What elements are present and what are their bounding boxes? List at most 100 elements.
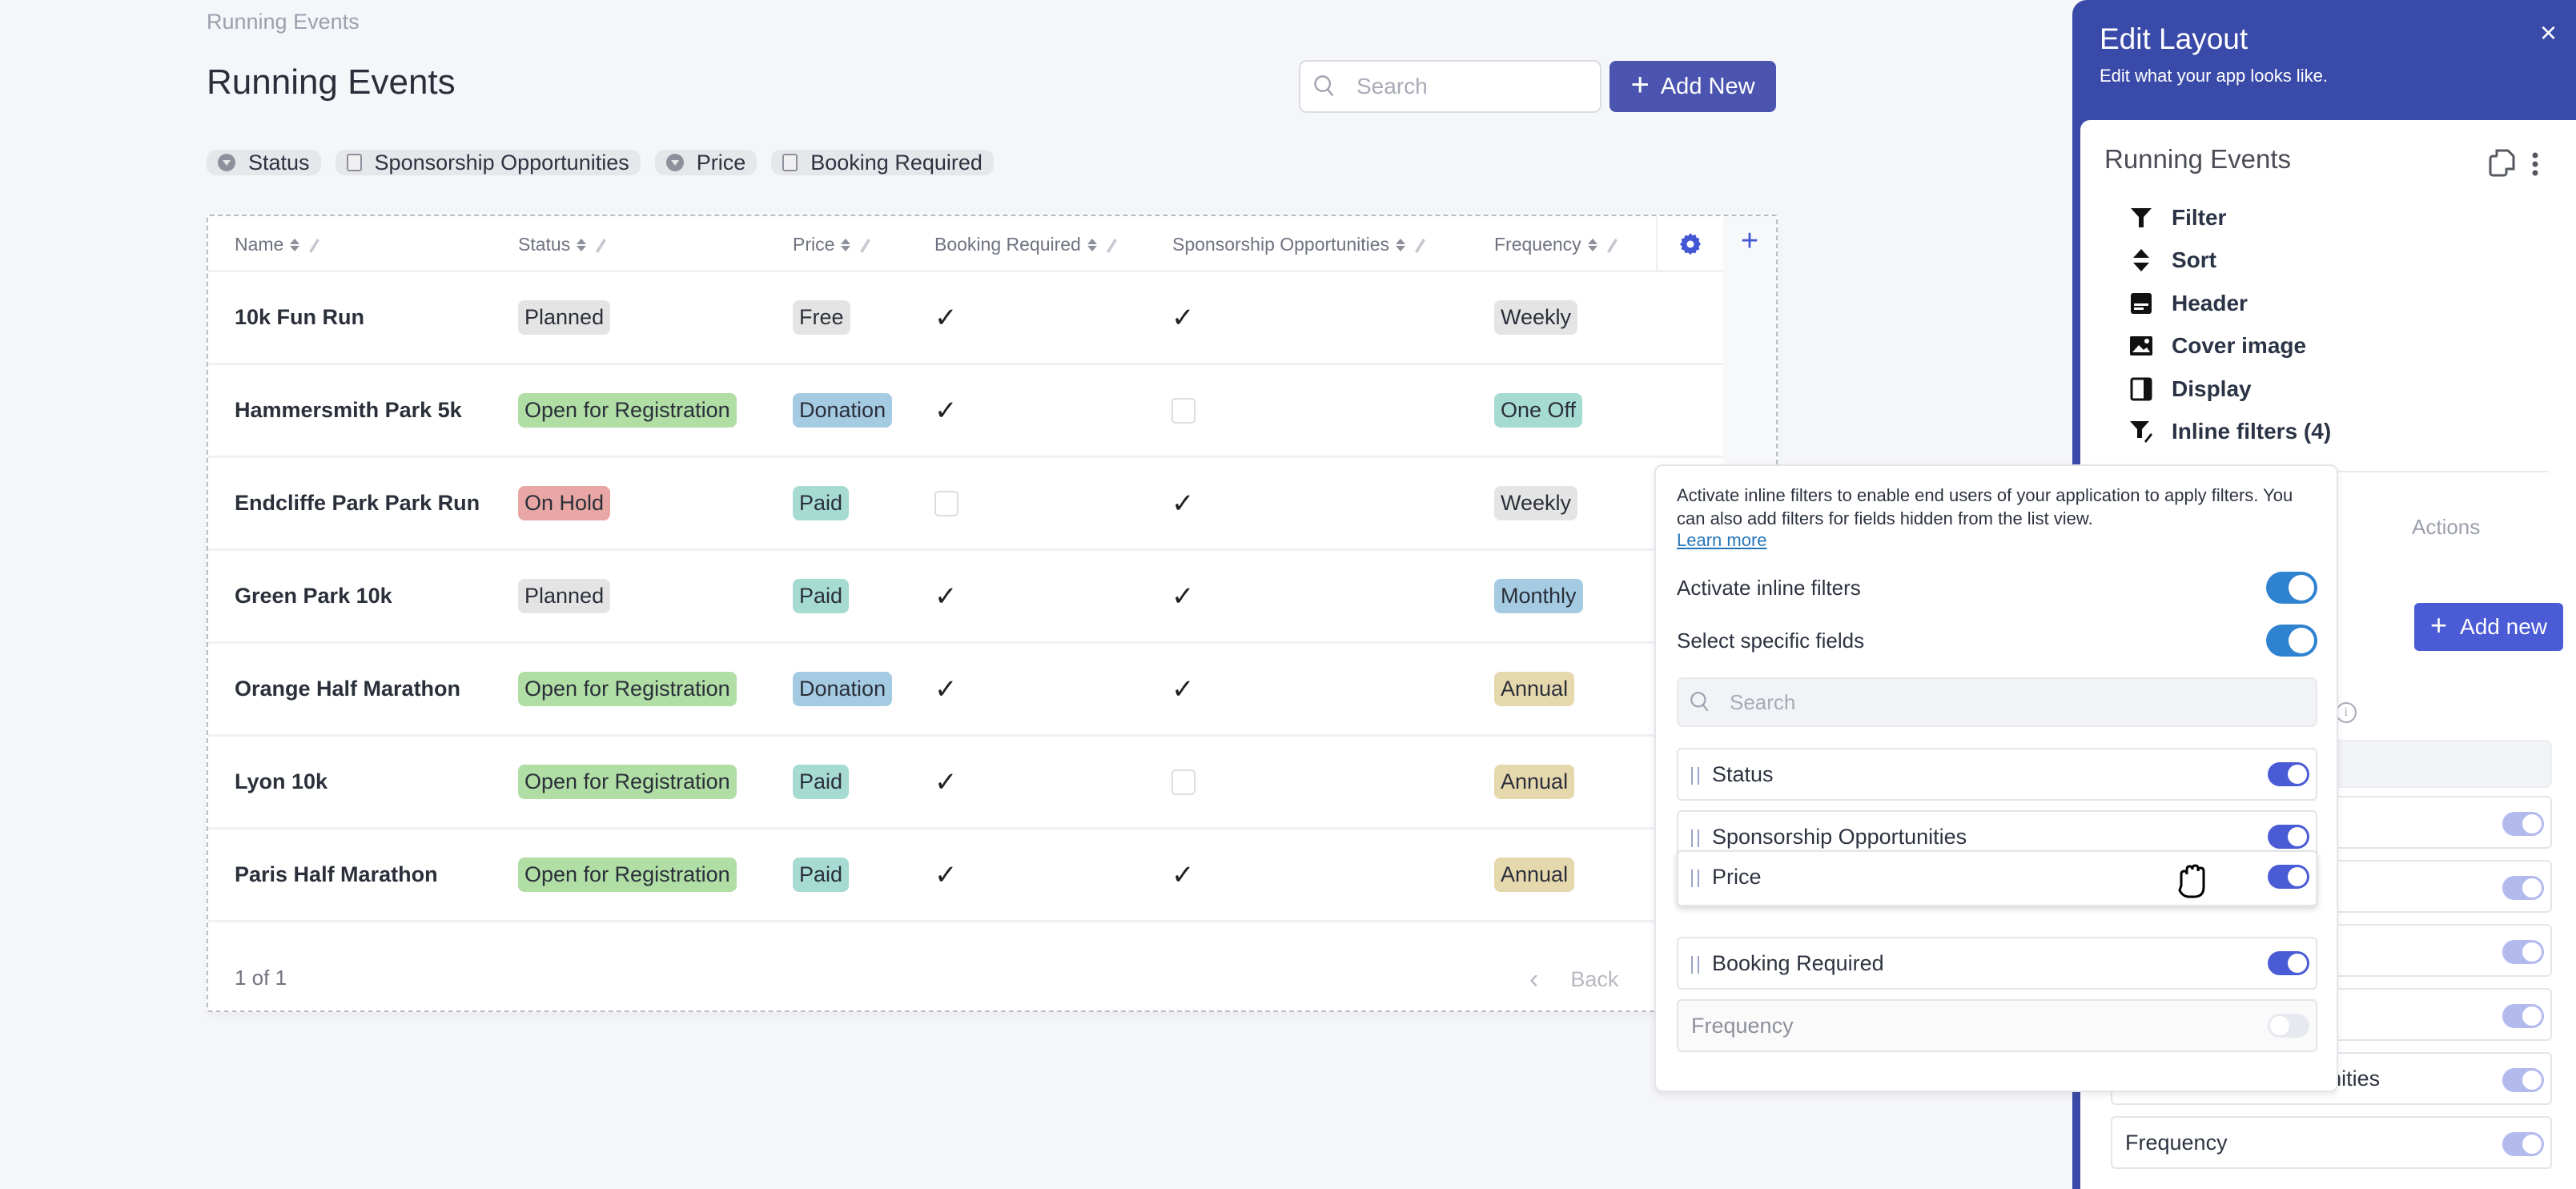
field-label: Frequency — [2125, 1131, 2228, 1155]
cell-frequency: Annual — [1494, 737, 1575, 827]
table-row[interactable]: Lyon 10k Open for Registration Paid ✓ Annual — [208, 737, 1723, 829]
drag-handle-icon[interactable] — [1691, 956, 1699, 974]
field-search-wrapper[interactable] — [1677, 677, 2317, 727]
activate-inline-filters-toggle[interactable] — [2266, 572, 2317, 604]
cell-booking-required: ✓ — [934, 365, 958, 456]
sort-icon[interactable] — [290, 238, 300, 251]
pencil-icon[interactable] — [857, 236, 873, 254]
sort-icon[interactable] — [1087, 238, 1097, 251]
cell-sponsorship: ✓ — [1171, 458, 1195, 548]
learn-more-link[interactable]: Learn more — [1677, 530, 1767, 551]
column-label: Booking Required — [934, 234, 1081, 255]
chevron-left-icon: ‹ — [1529, 964, 1539, 994]
field-toggle[interactable] — [2502, 1132, 2544, 1156]
field-toggle[interactable] — [2268, 1014, 2309, 1038]
filter-field-frequency[interactable]: Frequency — [1677, 999, 2317, 1052]
sort-icon[interactable] — [1396, 238, 1406, 251]
sort-icon[interactable] — [577, 238, 587, 251]
drag-handle-icon[interactable] — [1691, 870, 1699, 887]
cell-status: On Hold — [518, 458, 611, 548]
add-new-field-button[interactable]: + Add new — [2414, 603, 2563, 651]
check-icon: ✓ — [1171, 673, 1195, 705]
pencil-icon[interactable] — [593, 236, 609, 254]
field-toggle[interactable] — [2502, 940, 2544, 964]
check-icon: ✓ — [1171, 859, 1195, 890]
dropdown-icon — [218, 154, 235, 171]
table-row[interactable]: Orange Half Marathon Open for Registratio… — [208, 644, 1723, 737]
plus-icon: + — [2430, 609, 2448, 641]
column-settings-button[interactable] — [1656, 216, 1723, 272]
field-label: Booking Required — [1712, 951, 1884, 975]
close-icon[interactable]: × — [2540, 16, 2557, 50]
pencil-icon[interactable] — [1604, 236, 1620, 254]
status-badge: Open for Registration — [518, 858, 737, 892]
cell-sponsorship: ✓ — [1171, 644, 1195, 734]
pencil-icon[interactable] — [1412, 236, 1428, 254]
field-toggle[interactable] — [2268, 951, 2309, 975]
copy-icon[interactable] — [2489, 148, 2516, 177]
column-header-booking-required[interactable]: Booking Required — [934, 234, 1119, 255]
cell-name: 10k Fun Run — [235, 305, 365, 329]
filter-chip-sponsorship[interactable]: Sponsorship Opportunities — [335, 150, 641, 175]
select-specific-fields-toggle[interactable] — [2266, 625, 2317, 657]
table-row[interactable]: Endcliffe Park Park Run On Hold Paid ✓ Weekl… — [208, 458, 1723, 551]
field-toggle[interactable] — [2268, 762, 2309, 786]
drag-handle-icon[interactable] — [1691, 767, 1699, 785]
column-header-price[interactable]: Price — [793, 234, 873, 255]
menu-item-inline-filters[interactable]: Inline filters (4) — [2128, 411, 2331, 454]
field-toggle[interactable] — [2268, 825, 2309, 849]
cell-price: Free — [793, 272, 850, 363]
back-label: Back — [1570, 967, 1619, 991]
menu-item-cover-image[interactable]: Cover image — [2128, 325, 2331, 368]
cell-frequency: Monthly — [1494, 551, 1583, 641]
search-input-wrapper[interactable] — [1299, 60, 1601, 113]
cell-status: Open for Registration — [518, 365, 737, 456]
table-row[interactable]: Hammersmith Park 5k Open for Registration… — [208, 365, 1723, 458]
field-toggle[interactable] — [2502, 1004, 2544, 1028]
sort-icon[interactable] — [841, 238, 851, 251]
menu-item-sort[interactable]: Sort — [2128, 239, 2331, 283]
table-row[interactable]: Paris Half Marathon Open for Registration… — [208, 829, 1723, 922]
field-toggle[interactable] — [2502, 1068, 2544, 1092]
menu-item-header[interactable]: Header — [2128, 282, 2331, 325]
cell-sponsorship — [1171, 365, 1196, 456]
field-toggle[interactable] — [2268, 865, 2309, 889]
cell-booking-required: ✓ — [934, 829, 958, 920]
field-toggle[interactable] — [2502, 812, 2544, 836]
info-icon[interactable]: i — [2335, 701, 2357, 723]
filter-field-status[interactable]: Status — [1677, 748, 2317, 801]
filter-chip-status[interactable]: Status — [207, 150, 321, 175]
menu-item-display[interactable]: Display — [2128, 368, 2331, 411]
column-label: Name — [235, 234, 284, 255]
breadcrumb[interactable]: Running Events — [207, 10, 360, 34]
search-input[interactable] — [1356, 74, 1581, 99]
column-header-frequency[interactable]: Frequency — [1494, 234, 1620, 255]
menu-item-filter[interactable]: Filter — [2128, 196, 2331, 239]
add-column-button[interactable]: + — [1723, 224, 1776, 259]
check-icon: ✓ — [934, 673, 958, 705]
more-options-icon[interactable] — [2531, 152, 2539, 176]
column-header-name[interactable]: Name — [235, 234, 322, 255]
panel-field-row[interactable]: Frequency — [2111, 1116, 2552, 1169]
pencil-icon[interactable] — [1103, 236, 1119, 254]
table-row[interactable]: Green Park 10k Planned Paid ✓ ✓ Monthly — [208, 551, 1723, 644]
filter-chip-booking-required[interactable]: Booking Required — [771, 150, 994, 175]
pencil-icon[interactable] — [306, 236, 322, 254]
column-header-sponsorship[interactable]: Sponsorship Opportunities — [1172, 234, 1428, 255]
tab-actions[interactable]: Actions — [2412, 515, 2480, 540]
sort-icon[interactable] — [1587, 238, 1597, 251]
drag-handle-icon[interactable] — [1691, 829, 1699, 847]
filter-chip-price[interactable]: Price — [654, 150, 758, 175]
filter-field-price[interactable]: Price — [1677, 850, 2317, 906]
price-badge: Paid — [793, 765, 850, 799]
field-search-input[interactable] — [1730, 689, 2290, 715]
field-toggle[interactable] — [2502, 876, 2544, 900]
filter-field-booking-required[interactable]: Booking Required — [1677, 937, 2317, 990]
cell-price: Paid — [793, 551, 850, 641]
status-badge: Open for Registration — [518, 672, 737, 706]
add-new-button[interactable]: + Add New — [1609, 61, 1776, 112]
back-button[interactable]: ‹ Back — [1529, 964, 1618, 995]
column-header-status[interactable]: Status — [518, 234, 609, 255]
cell-frequency: One Off — [1494, 365, 1583, 456]
table-row[interactable]: 10k Fun Run Planned Free ✓ ✓ Weekly — [208, 272, 1723, 365]
